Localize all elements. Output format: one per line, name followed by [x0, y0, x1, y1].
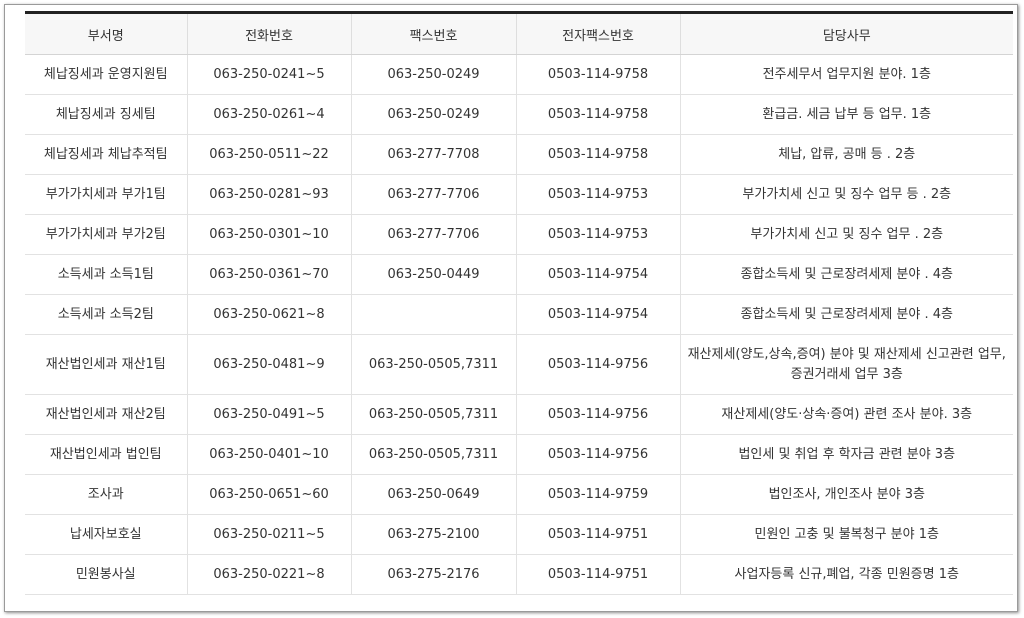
- efax-cell: 0503-114-9754: [515, 254, 680, 295]
- fax-cell: 063-275-2176: [350, 554, 516, 595]
- fax-cell: 063-250-0249: [350, 54, 516, 95]
- duties-cell: 환급금. 세금 납부 등 업무. 1층: [679, 94, 1013, 135]
- phone-cell: 063-250-0241~5: [186, 54, 351, 95]
- fax-cell: 063-250-0505,7311: [350, 334, 516, 395]
- duties-cell: 종합소득세 및 근로장려세제 분야 . 4층: [679, 294, 1013, 335]
- phone-cell: 063-250-0401~10: [186, 434, 351, 475]
- content-frame: 부서명 전화번호 팩스번호 전자팩스번호 담당사무 체납징세과 운영지원팀 063…: [4, 4, 1018, 612]
- efax-cell: 0503-114-9758: [515, 134, 680, 175]
- duties-cell: 재산제세(양도,상속,증여) 분야 및 재산제세 신고관련 업무, 증권거래세 …: [679, 334, 1013, 395]
- duties-cell: 법인세 및 취업 후 학자금 관련 분야 3층: [679, 434, 1013, 475]
- duties-cell: 법인조사, 개인조사 분야 3층: [679, 474, 1013, 515]
- duties-cell: 부가가치세 신고 및 징수 업무 . 2층: [679, 214, 1013, 255]
- table-row: 부가가치세과 부가1팀 063-250-0281~93 063-277-7706 05…: [25, 174, 1013, 215]
- phone-cell: 063-250-0361~70: [186, 254, 351, 295]
- fax-cell: 063-250-0249: [350, 94, 516, 135]
- header-efax: 전자팩스번호: [515, 11, 680, 55]
- fax-cell: 063-250-0649: [350, 474, 516, 515]
- duties-cell: 전주세무서 업무지원 분야. 1층: [679, 54, 1013, 95]
- phone-cell: 063-250-0221~8: [186, 554, 351, 595]
- department-cell: 소득세과 소득2팀: [25, 294, 187, 335]
- duties-cell: 사업자등록 신규,폐업, 각종 민원증명 1층: [679, 554, 1013, 595]
- header-department: 부서명: [25, 11, 187, 55]
- department-cell: 민원봉사실: [25, 554, 187, 595]
- department-cell: 체납징세과 징세팀: [25, 94, 187, 135]
- header-fax: 팩스번호: [350, 11, 516, 55]
- efax-cell: 0503-114-9753: [515, 214, 680, 255]
- efax-cell: 0503-114-9756: [515, 334, 680, 395]
- header-duties: 담당사무: [679, 11, 1013, 55]
- table-row: 재산법인세과 법인팀 063-250-0401~10 063-250-0505,73…: [25, 434, 1013, 475]
- department-cell: 체납징세과 운영지원팀: [25, 54, 187, 95]
- efax-cell: 0503-114-9753: [515, 174, 680, 215]
- duties-cell: 체납, 압류, 공매 등 . 2층: [679, 134, 1013, 175]
- efax-cell: 0503-114-9759: [515, 474, 680, 515]
- fax-cell: 063-250-0505,7311: [350, 434, 516, 475]
- fax-cell: 063-250-0505,7311: [350, 394, 516, 435]
- efax-cell: 0503-114-9751: [515, 554, 680, 595]
- table-header-row: 부서명 전화번호 팩스번호 전자팩스번호 담당사무: [25, 11, 1013, 55]
- table-row: 체납징세과 징세팀 063-250-0261~4 063-250-0249 0503-…: [25, 94, 1013, 135]
- table-row: 재산법인세과 재산1팀 063-250-0481~9 063-250-0505,73…: [25, 334, 1013, 395]
- efax-cell: 0503-114-9758: [515, 54, 680, 95]
- phone-cell: 063-250-0621~8: [186, 294, 351, 335]
- department-contact-table: 부서명 전화번호 팩스번호 전자팩스번호 담당사무 체납징세과 운영지원팀 063…: [25, 11, 1013, 595]
- table-row: 조사과 063-250-0651~60 063-250-0649 0503-114-9…: [25, 474, 1013, 515]
- phone-cell: 063-250-0481~9: [186, 334, 351, 395]
- department-cell: 체납징세과 체납추적팀: [25, 134, 187, 175]
- duties-cell: 부가가치세 신고 및 징수 업무 등 . 2층: [679, 174, 1013, 215]
- efax-cell: 0503-114-9756: [515, 394, 680, 435]
- department-cell: 재산법인세과 재산1팀: [25, 334, 187, 395]
- fax-cell: 063-277-7706: [350, 214, 516, 255]
- phone-cell: 063-250-0651~60: [186, 474, 351, 515]
- phone-cell: 063-250-0301~10: [186, 214, 351, 255]
- department-cell: 조사과: [25, 474, 187, 515]
- department-cell: 납세자보호실: [25, 514, 187, 555]
- department-cell: 부가가치세과 부가1팀: [25, 174, 187, 215]
- phone-cell: 063-250-0211~5: [186, 514, 351, 555]
- table-row: 부가가치세과 부가2팀 063-250-0301~10 063-277-7706 05…: [25, 214, 1013, 255]
- table-body: 체납징세과 운영지원팀 063-250-0241~5 063-250-0249 050…: [25, 54, 1013, 595]
- phone-cell: 063-250-0511~22: [186, 134, 351, 175]
- table-row: 소득세과 소득1팀 063-250-0361~70 063-250-0449 0503…: [25, 254, 1013, 295]
- phone-cell: 063-250-0491~5: [186, 394, 351, 435]
- fax-cell: 063-277-7706: [350, 174, 516, 215]
- fax-cell: 063-275-2100: [350, 514, 516, 555]
- duties-cell: 민원인 고충 및 불복청구 분야 1층: [679, 514, 1013, 555]
- duties-cell: 재산제세(양도·상속·증여) 관련 조사 분야. 3층: [679, 394, 1013, 435]
- header-phone: 전화번호: [186, 11, 351, 55]
- table-row: 민원봉사실 063-250-0221~8 063-275-2176 0503-114-…: [25, 554, 1013, 595]
- table-row: 소득세과 소득2팀 063-250-0621~8 0503-114-9754 종합소득…: [25, 294, 1013, 335]
- department-cell: 재산법인세과 재산2팀: [25, 394, 187, 435]
- table-row: 납세자보호실 063-250-0211~5 063-275-2100 0503-114…: [25, 514, 1013, 555]
- table-row: 재산법인세과 재산2팀 063-250-0491~5 063-250-0505,73…: [25, 394, 1013, 435]
- fax-cell: 063-250-0449: [350, 254, 516, 295]
- phone-cell: 063-250-0261~4: [186, 94, 351, 135]
- table-row: 체납징세과 체납추적팀 063-250-0511~22 063-277-7708 05…: [25, 134, 1013, 175]
- table-row: 체납징세과 운영지원팀 063-250-0241~5 063-250-0249 050…: [25, 54, 1013, 95]
- department-cell: 부가가치세과 부가2팀: [25, 214, 187, 255]
- duties-cell: 종합소득세 및 근로장려세제 분야 . 4층: [679, 254, 1013, 295]
- phone-cell: 063-250-0281~93: [186, 174, 351, 215]
- fax-cell: [350, 294, 516, 335]
- efax-cell: 0503-114-9756: [515, 434, 680, 475]
- fax-cell: 063-277-7708: [350, 134, 516, 175]
- department-cell: 재산법인세과 법인팀: [25, 434, 187, 475]
- efax-cell: 0503-114-9751: [515, 514, 680, 555]
- department-cell: 소득세과 소득1팀: [25, 254, 187, 295]
- efax-cell: 0503-114-9758: [515, 94, 680, 135]
- efax-cell: 0503-114-9754: [515, 294, 680, 335]
